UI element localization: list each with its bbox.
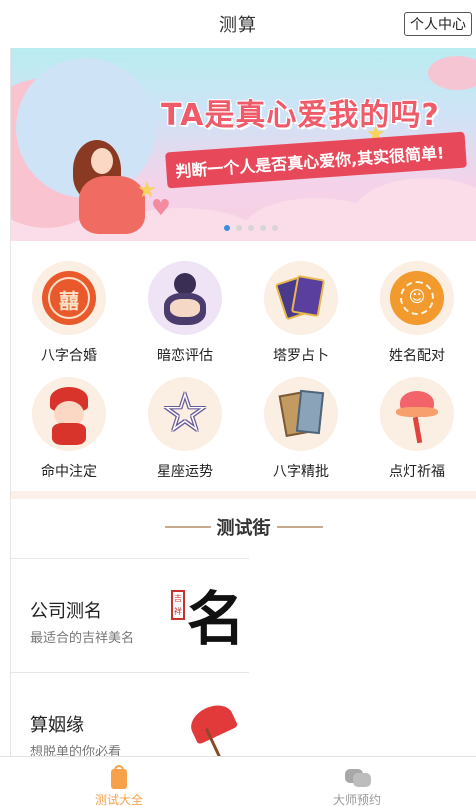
section-divider: [11, 491, 476, 499]
bottom-tab-bar: 测试大全 大师预约: [0, 756, 476, 806]
calligraphy-char: 名: [187, 585, 246, 653]
grid-item-label: 八字合婚: [41, 348, 97, 364]
list-item-subtitle: 最适合的吉祥美名: [30, 631, 135, 646]
girl-dress: [79, 176, 145, 234]
tarot-cards-icon: [264, 261, 338, 335]
grid-item-xingzuo[interactable]: ☆ 星座运势: [127, 377, 243, 481]
section-header: 测试街: [11, 514, 476, 540]
carousel-dot[interactable]: [236, 225, 242, 231]
grid-item-label: 姓名配对: [389, 348, 445, 364]
grid-item-bazi-hehun[interactable]: 囍 八字合婚: [11, 261, 127, 365]
girl-face: [91, 148, 113, 174]
list-item-title: 公司测名: [30, 601, 102, 622]
name-match-icon: ☺: [380, 261, 454, 335]
chat-bubbles-icon: [343, 765, 371, 789]
top-nav-bar: 测算 个人中心: [0, 0, 476, 48]
list-item-company-name[interactable]: 公司测名 最适合的吉祥美名 吉祥 名: [11, 560, 249, 672]
lotus-lamp-icon: [380, 377, 454, 451]
grid-item-label: 命中注定: [41, 464, 97, 480]
carousel-dot[interactable]: [248, 225, 254, 231]
carousel-dot[interactable]: [272, 225, 278, 231]
user-center-button[interactable]: 个人中心: [404, 12, 472, 36]
tab-test-all[interactable]: 测试大全: [0, 757, 238, 806]
promo-banner[interactable]: ♥ ★ ★ TA是真心爱我的吗? 判断一个人是否真心爱你,其实很简单!: [11, 48, 476, 241]
star-icon: ★: [137, 178, 157, 203]
grid-item-tarot[interactable]: 塔罗占卜: [243, 261, 359, 365]
cloud-decoration: [351, 178, 476, 241]
grid-item-label: 八字精批: [273, 464, 329, 480]
section-title: 测试街: [216, 518, 271, 539]
calligraphy-name-icon: 吉祥 名: [171, 584, 245, 654]
grid-item-label: 点灯祈福: [389, 464, 445, 480]
grid-item-label: 塔罗占卜: [273, 348, 329, 364]
grid-item-name-match[interactable]: ☺ 姓名配对: [359, 261, 475, 365]
banner-headline: TA是真心爱我的吗?: [161, 98, 440, 133]
grid-item-mingzhong[interactable]: 命中注定: [11, 377, 127, 481]
scroll-book-icon: [264, 377, 338, 451]
list-divider: [11, 672, 249, 673]
tab-master-booking[interactable]: 大师预约: [238, 757, 476, 806]
crush-girl-icon: [148, 261, 222, 335]
tab-label: 大师预约: [332, 793, 381, 806]
tab-label: 测试大全: [94, 793, 143, 806]
grid-item-anlian[interactable]: 暗恋评估: [127, 261, 243, 365]
carousel-indicator: [224, 225, 278, 231]
grid-item-label: 星座运势: [157, 464, 213, 480]
carousel-dot-active[interactable]: [224, 225, 230, 231]
star-constellation-icon: ☆: [148, 377, 222, 451]
decorative-line: [164, 526, 211, 528]
decorative-line: [276, 526, 323, 528]
fate-child-icon: [32, 377, 106, 451]
balloon-decoration: [428, 56, 476, 90]
grid-item-diandeng[interactable]: 点灯祈福: [359, 377, 475, 481]
carousel-dot[interactable]: [260, 225, 266, 231]
seal-stamp: 吉祥: [171, 590, 185, 620]
double-happiness-icon: 囍: [32, 261, 106, 335]
gift-bag-icon: [105, 765, 133, 789]
grid-item-bazi-jingpi[interactable]: 八字精批: [243, 377, 359, 481]
list-item-title: 算姻缘: [30, 715, 84, 736]
list-divider: [11, 558, 249, 559]
grid-item-label: 暗恋评估: [157, 348, 213, 364]
